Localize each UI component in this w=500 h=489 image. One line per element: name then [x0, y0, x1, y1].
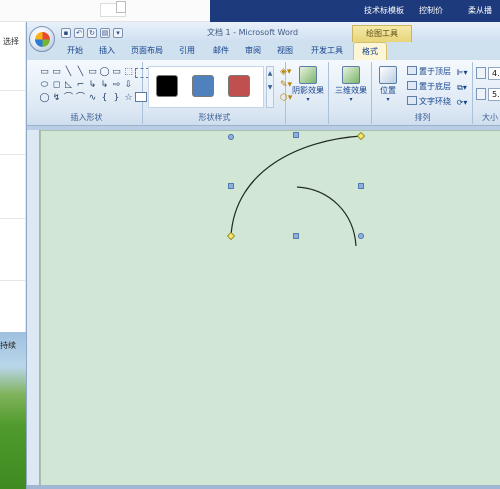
- adjust-handle[interactable]: [356, 131, 366, 141]
- drawing-layer: [226, 131, 366, 247]
- corner-handle[interactable]: [227, 133, 234, 140]
- office-logo-icon: [35, 32, 50, 47]
- office-button[interactable]: [29, 26, 55, 52]
- corner-handle[interactable]: [357, 232, 364, 239]
- arc-shape-selected[interactable]: [230, 135, 362, 237]
- resize-handle[interactable]: [358, 183, 364, 189]
- arc-shape[interactable]: [296, 186, 357, 247]
- adjust-handle[interactable]: [226, 231, 236, 241]
- resize-handle[interactable]: [293, 233, 299, 239]
- resize-handle[interactable]: [228, 183, 234, 189]
- resize-handle[interactable]: [293, 132, 299, 138]
